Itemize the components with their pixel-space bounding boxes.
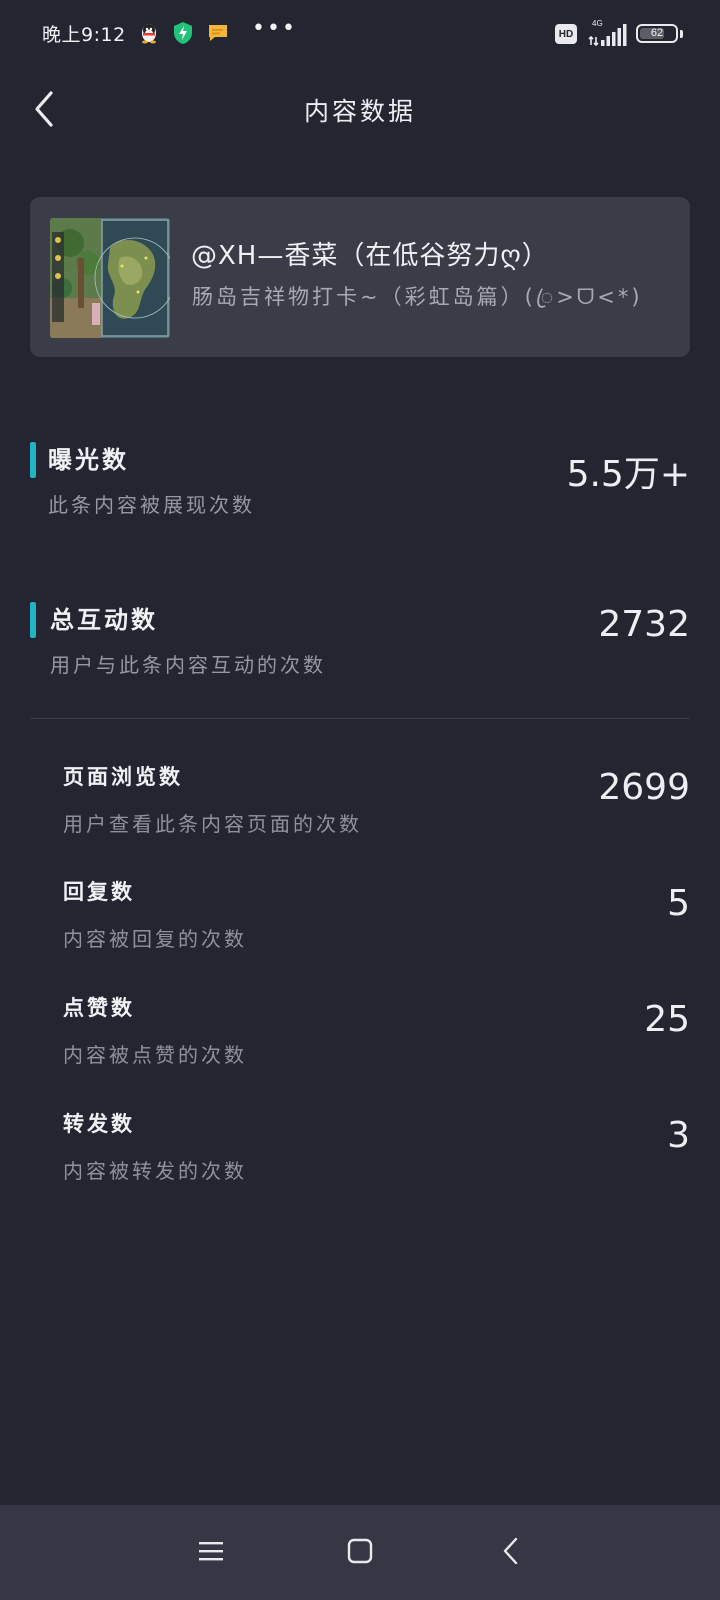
system-nav-bar	[0, 1505, 720, 1600]
divider	[30, 718, 690, 719]
accent-bar	[30, 602, 36, 638]
likes-value: 25	[644, 999, 690, 1040]
menu-button[interactable]	[188, 1530, 234, 1576]
page-title: 内容数据	[303, 97, 416, 126]
accent-bar	[30, 442, 36, 478]
interaction-label: 总互动数	[50, 606, 158, 634]
battery-icon: 62	[636, 24, 678, 43]
page-views-description: 用户查看此条内容页面的次数	[63, 812, 362, 836]
status-bar: 晚上9:12 ••• HD 4G 62	[0, 0, 720, 70]
signal-icon	[588, 22, 628, 48]
interaction-value: 2732	[598, 604, 690, 645]
shares-label: 转发数	[63, 1112, 135, 1136]
status-time: 晚上9:12	[42, 24, 126, 46]
more-notifications-icon: •••	[252, 16, 297, 41]
home-button[interactable]	[337, 1530, 383, 1576]
post-card[interactable]: @XH—香菜（在低谷努力ღ） 肠岛吉祥物打卡~（彩虹岛篇）(ꦿ>ᗜ<*)	[30, 197, 690, 357]
shares-description: 内容被转发的次数	[63, 1159, 247, 1183]
back-icon	[501, 1537, 521, 1569]
menu-icon	[198, 1539, 224, 1567]
home-icon	[347, 1538, 373, 1568]
interaction-description: 用户与此条内容互动的次数	[50, 653, 326, 677]
qq-penguin-icon	[138, 20, 160, 46]
hd-badge: HD	[555, 24, 577, 44]
page-views-label: 页面浏览数	[63, 765, 183, 789]
message-icon	[207, 20, 229, 46]
replies-value: 5	[667, 883, 690, 924]
likes-label: 点赞数	[63, 996, 135, 1020]
replies-label: 回复数	[63, 880, 135, 904]
post-author: @XH—香菜（在低谷努力ღ）	[191, 241, 549, 271]
exposure-label: 曝光数	[48, 446, 129, 474]
replies-description: 内容被回复的次数	[63, 927, 247, 951]
battery-tip	[680, 30, 683, 38]
post-thumbnail	[50, 218, 170, 338]
post-title: 肠岛吉祥物打卡~（彩虹岛篇）(ꦿ>ᗜ<*)	[192, 285, 643, 309]
likes-description: 内容被点赞的次数	[63, 1043, 247, 1067]
nav-back-button[interactable]	[488, 1530, 534, 1576]
battery-level: 62	[650, 27, 664, 39]
exposure-value: 5.5万+	[566, 454, 690, 495]
shares-value: 3	[667, 1115, 690, 1156]
shield-bolt-icon	[172, 20, 194, 46]
page-views-value: 2699	[598, 767, 690, 808]
exposure-description: 此条内容被展现次数	[48, 493, 255, 517]
